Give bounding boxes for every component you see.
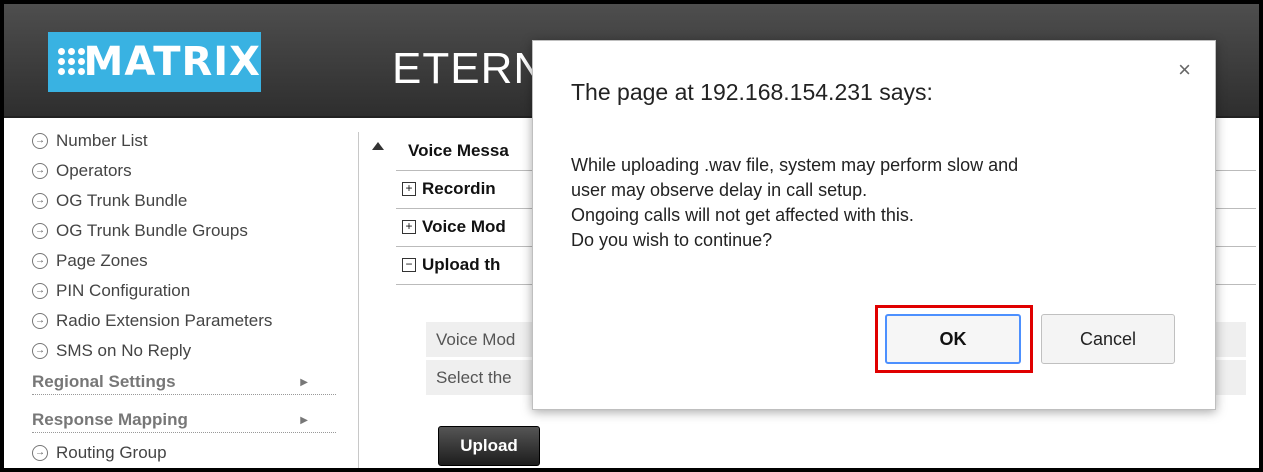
- arrow-right-icon: →: [32, 445, 48, 461]
- scroll-up-arrow-icon[interactable]: [372, 142, 384, 150]
- sidebar-item-pin-configuration[interactable]: → PIN Configuration: [32, 280, 190, 302]
- sidebar-item-routing-group[interactable]: → Routing Group: [32, 442, 167, 464]
- ok-button[interactable]: OK: [885, 314, 1021, 364]
- arrow-right-icon: →: [32, 223, 48, 239]
- sidebar-item-og-trunk-bundle-groups[interactable]: → OG Trunk Bundle Groups: [32, 220, 248, 242]
- sidebar-item-number-list[interactable]: → Number List: [32, 130, 148, 152]
- arrow-right-icon: →: [32, 133, 48, 149]
- sidebar-scrollbar[interactable]: [358, 132, 359, 468]
- sidebar-item-label: OG Trunk Bundle: [56, 191, 188, 210]
- logo-text: MATRIX: [83, 39, 261, 85]
- form-label: Voice Mod: [436, 329, 516, 349]
- sidebar-item-label: Number List: [56, 131, 148, 150]
- sidebar-item-label: Page Zones: [56, 251, 148, 270]
- dialog-message-line: user may observe delay in call setup.: [571, 180, 868, 200]
- arrow-right-icon: →: [32, 253, 48, 269]
- sidebar-item-og-trunk-bundle[interactable]: → OG Trunk Bundle: [32, 190, 187, 212]
- sidebar-section-response-mapping[interactable]: Response Mapping ▶: [32, 408, 336, 433]
- sidebar-item-operators[interactable]: → Operators: [32, 160, 132, 182]
- sidebar-item-label: PIN Configuration: [56, 281, 191, 300]
- matrix-logo: MATRIX: [48, 32, 261, 92]
- form-label: Select the: [436, 367, 512, 387]
- arrow-right-icon: →: [32, 343, 48, 359]
- expand-plus-icon[interactable]: +: [402, 182, 416, 196]
- browser-viewport: MATRIX ETERNIT → Number List → Operators…: [0, 0, 1263, 472]
- sidebar-item-page-zones[interactable]: → Page Zones: [32, 250, 148, 272]
- confirm-dialog: The page at 192.168.154.231 says: × Whil…: [532, 40, 1216, 410]
- dialog-message-line: While uploading .wav file, system may pe…: [571, 155, 1019, 175]
- arrow-right-icon: →: [32, 193, 48, 209]
- sidebar-item-sms-on-no-reply[interactable]: → SMS on No Reply: [32, 340, 191, 362]
- sidebar-section-label: Response Mapping: [32, 410, 188, 429]
- dialog-title: The page at 192.168.154.231 says:: [571, 79, 933, 105]
- upload-button[interactable]: Upload: [438, 426, 540, 466]
- sidebar-section-label: Regional Settings: [32, 372, 176, 391]
- sidebar-item-label: SMS on No Reply: [56, 341, 192, 360]
- arrow-right-icon: →: [32, 313, 48, 329]
- section-title: Voice Messa: [408, 141, 509, 160]
- sidebar-item-label: OG Trunk Bundle Groups: [56, 221, 248, 240]
- sidebar-item-label: Operators: [56, 161, 132, 180]
- expand-plus-icon[interactable]: +: [402, 220, 416, 234]
- sidebar-item-label: Radio Extension Parameters: [56, 311, 273, 330]
- sidebar-section-regional-settings[interactable]: Regional Settings ▶: [32, 370, 336, 395]
- section-title: Upload th: [422, 255, 501, 274]
- sidebar-item-radio-extension-parameters[interactable]: → Radio Extension Parameters: [32, 310, 272, 332]
- dialog-message-line: Do you wish to continue?: [571, 230, 773, 250]
- close-icon[interactable]: ×: [1178, 57, 1191, 83]
- sidebar-nav: → Number List → Operators → OG Trunk Bun…: [4, 118, 358, 468]
- section-title: Recordin: [422, 179, 496, 198]
- dialog-message-line: Ongoing calls will not get affected with…: [571, 205, 914, 225]
- caret-right-icon: ▶: [300, 414, 308, 426]
- sidebar-item-label: Routing Group: [56, 443, 167, 462]
- caret-right-icon: ▶: [300, 376, 308, 388]
- cancel-button[interactable]: Cancel: [1041, 314, 1175, 364]
- collapse-minus-icon[interactable]: −: [402, 258, 416, 272]
- section-title: Voice Mod: [422, 217, 506, 236]
- arrow-right-icon: →: [32, 283, 48, 299]
- arrow-right-icon: →: [32, 163, 48, 179]
- logo-dots-icon: [56, 44, 85, 80]
